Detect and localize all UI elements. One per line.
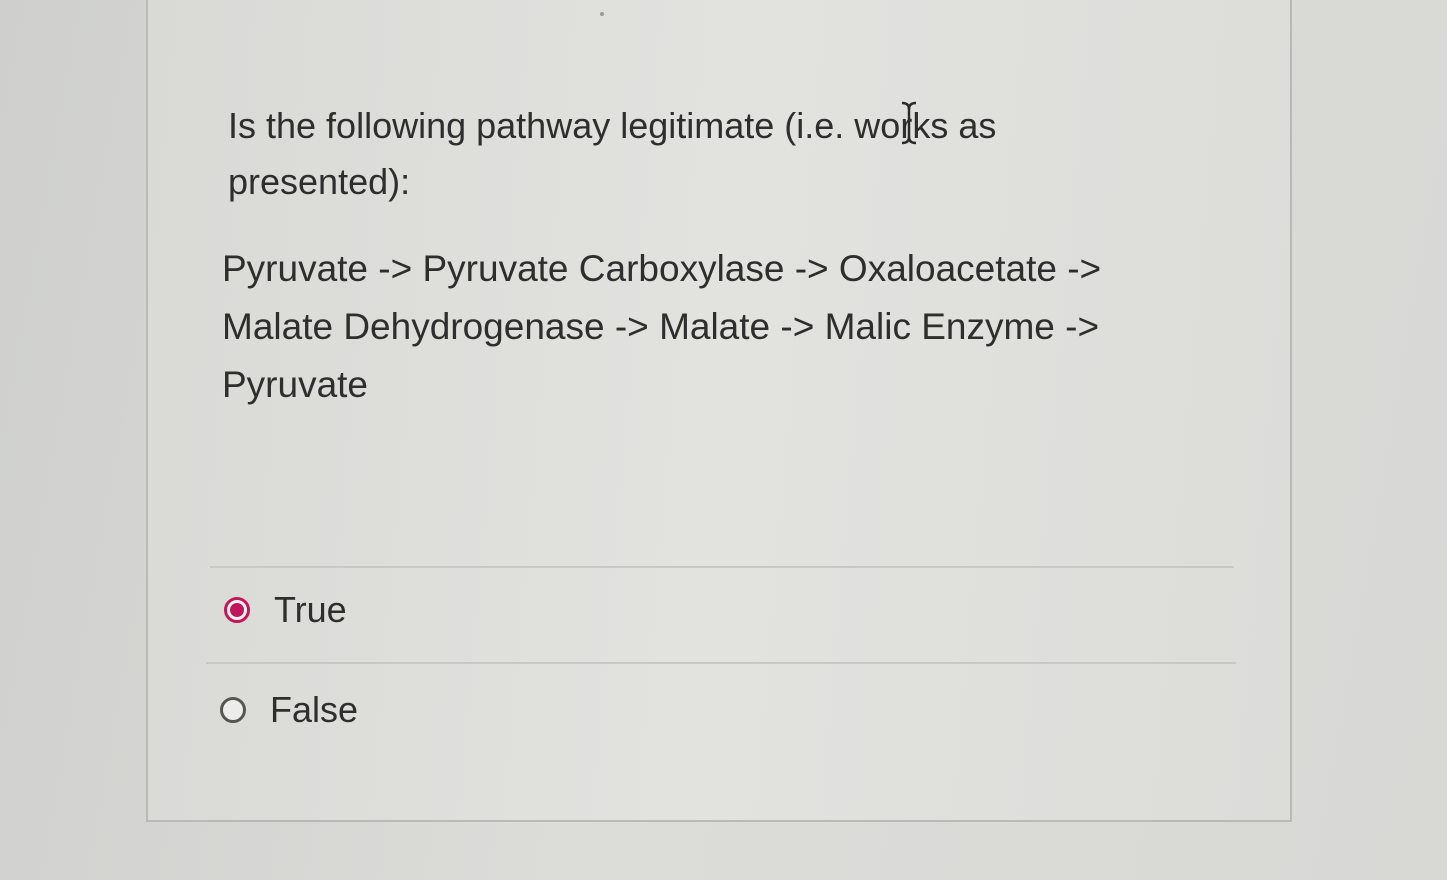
pathway-line1: Pyruvate -> Pyruvate Carboxylase -> Oxal… (222, 248, 1102, 289)
answer-option-false-label: False (270, 689, 359, 730)
question-prompt: Is the following pathway legitimate (i.e… (228, 98, 1148, 210)
answer-divider-top (210, 566, 1234, 568)
answer-divider-middle (206, 662, 1236, 664)
pathway-line3: Pyruvate (222, 364, 369, 405)
pathway-line2: Malate Dehydrogenase -> Malate -> Malic … (222, 306, 1100, 347)
screen-speck (600, 12, 604, 16)
question-prompt-line1: Is the following pathway legitimate (i.e… (228, 105, 997, 146)
radio-selected-icon[interactable] (224, 597, 250, 623)
radio-unselected-icon[interactable] (220, 697, 246, 723)
pathway-text: Pyruvate -> Pyruvate Carboxylase -> Oxal… (222, 240, 1222, 414)
answer-option-true-label: True (274, 589, 347, 630)
radio-dot (230, 603, 244, 617)
answer-option-true[interactable]: True (224, 589, 347, 631)
answer-option-false[interactable]: False (220, 689, 358, 731)
question-card: Is the following pathway legitimate (i.e… (146, 0, 1292, 822)
question-prompt-line2: presented): (228, 161, 411, 202)
text-cursor-icon (901, 101, 917, 145)
